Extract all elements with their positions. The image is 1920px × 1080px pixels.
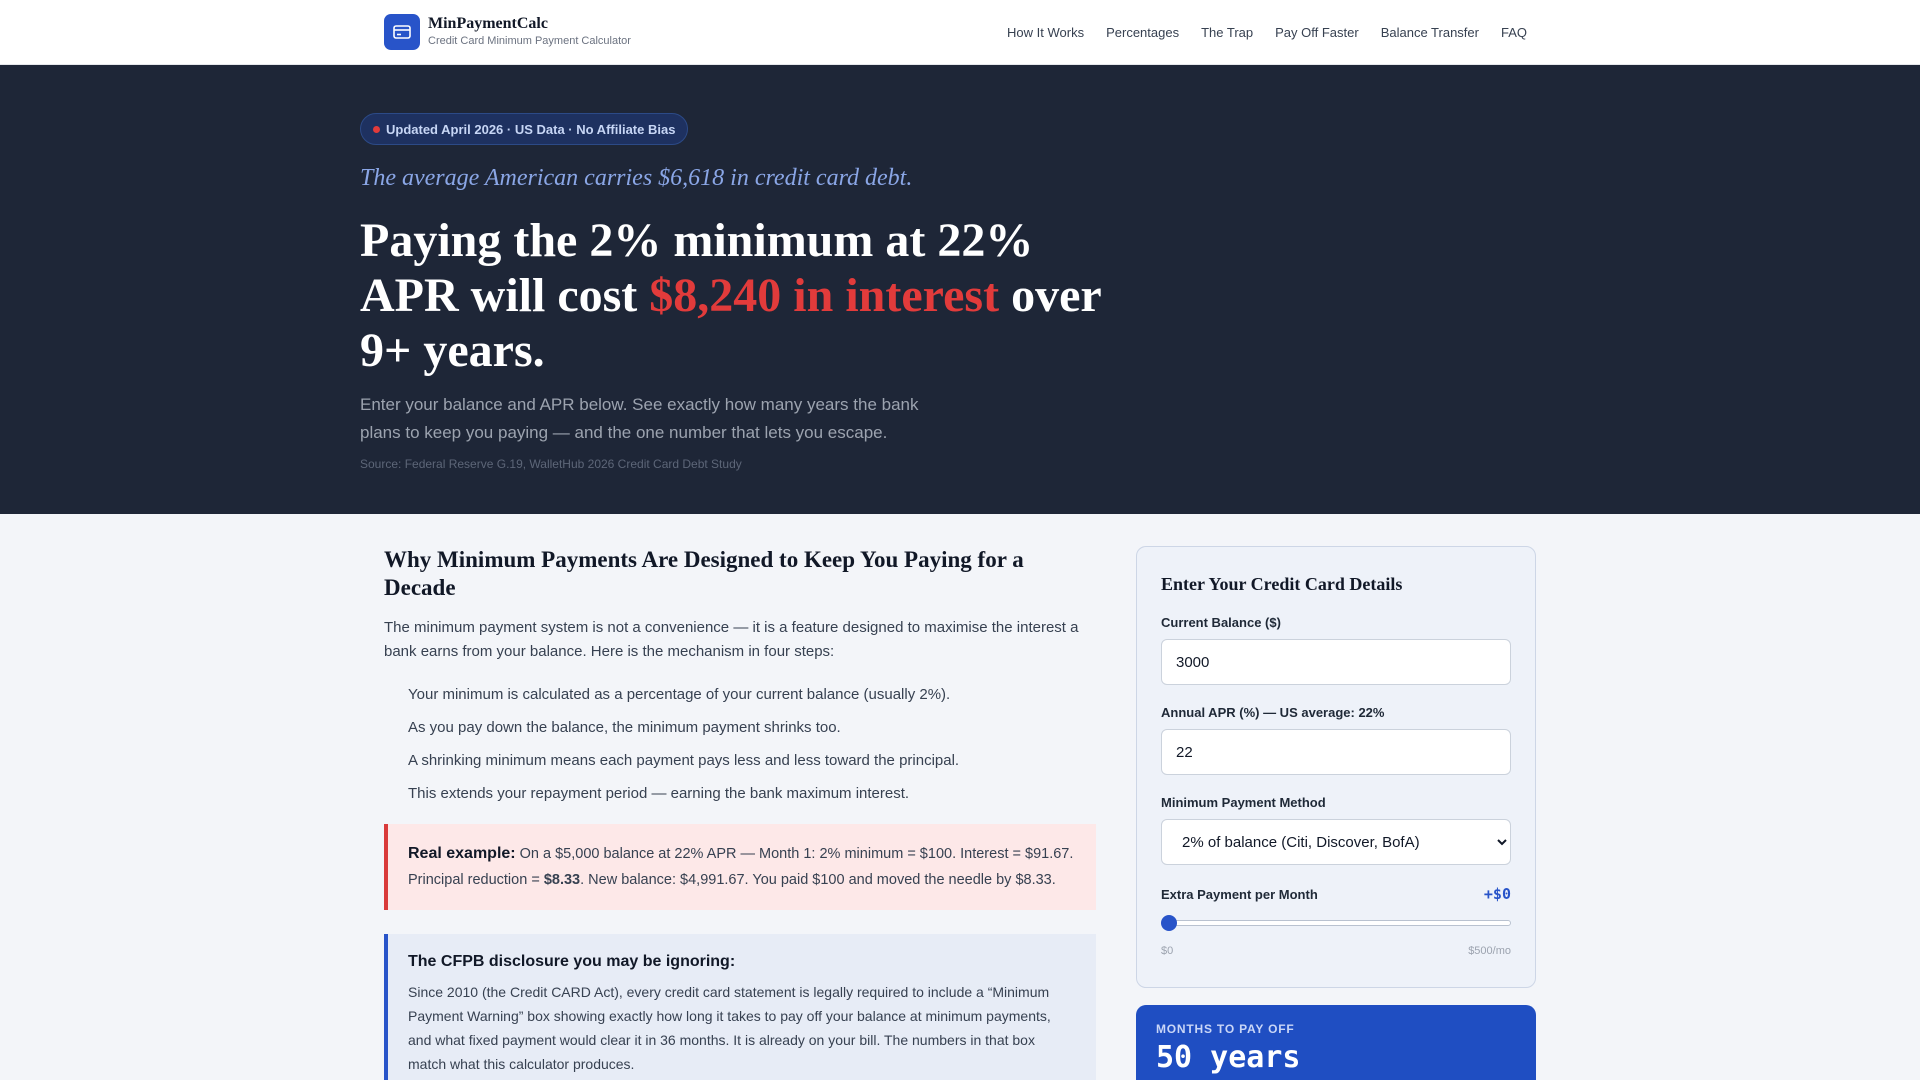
brand[interactable]: MinPaymentCalc Credit Card Minimum Payme…: [384, 14, 631, 50]
hero-tagline: The average American carries $6,618 in c…: [360, 165, 913, 191]
nav-faq[interactable]: FAQ: [1501, 25, 1527, 40]
calculator-title: Enter Your Credit Card Details: [1161, 574, 1403, 594]
balance-label: Current Balance ($): [1161, 615, 1281, 630]
extra-payment-row: Extra Payment per Month +$0: [1161, 885, 1511, 903]
method-select[interactable]: 2% of balance (Citi, Discover, BofA): [1161, 819, 1511, 865]
hero-title-highlight: $8,240 in interest: [649, 269, 1000, 322]
brand-name: MinPaymentCalc: [428, 15, 548, 32]
brand-subtitle: Credit Card Minimum Payment Calculator: [428, 35, 631, 47]
slider-track[interactable]: [1161, 920, 1511, 926]
example-text-2: . New balance: $4,991.67. You paid $100 …: [580, 872, 1056, 888]
steps-list: Your minimum is calculated as a percenta…: [384, 678, 1096, 810]
cfpb-heading: The CFPB disclosure you may be ignoring:: [408, 953, 736, 970]
status-dot-icon: [373, 125, 380, 133]
nav-balance-transfer[interactable]: Balance Transfer: [1381, 25, 1479, 40]
nav-percentages[interactable]: Percentages: [1106, 25, 1179, 40]
nav-the-trap[interactable]: The Trap: [1201, 25, 1253, 40]
slider-labels: $0 $500/mo: [1161, 945, 1511, 957]
apr-label: Annual APR (%) — US average: 22%: [1161, 705, 1385, 720]
slider-thumb[interactable]: [1161, 915, 1177, 931]
credit-card-icon: [384, 14, 420, 50]
method-label: Minimum Payment Method: [1161, 795, 1326, 810]
step-item: This extends your repayment period — ear…: [408, 785, 910, 802]
hero-description: Enter your balance and APR below. See ex…: [360, 395, 919, 442]
step-item: As you pay down the balance, the minimum…: [408, 719, 841, 736]
apr-field-group: Annual APR (%) — US average: 22%: [1161, 705, 1511, 775]
real-example-callout: Real example: On a $5,000 balance at 22%…: [384, 824, 1096, 910]
hero-title: Paying the 2% minimum at 22% APR will co…: [360, 213, 1130, 378]
hero: Updated April 2026 · US Data · No Affili…: [0, 65, 1920, 514]
extra-payment-value: +$0: [1483, 885, 1511, 903]
calculator-card: Enter Your Credit Card Details Current B…: [1136, 546, 1536, 988]
hero-source: Source: Federal Reserve G.19, WalletHub …: [360, 457, 742, 471]
result-card: MONTHS TO PAY OFF 50 years: [1136, 1005, 1536, 1080]
main-nav: How It Works Percentages The Trap Pay Of…: [1007, 0, 1527, 64]
extra-payment-slider[interactable]: [1161, 915, 1511, 931]
slider-max-label: $500/mo: [1468, 945, 1511, 957]
article: Why Minimum Payments Are Designed to Kee…: [384, 546, 1096, 1080]
cfpb-callout: The CFPB disclosure you may be ignoring:…: [384, 934, 1096, 1080]
cfpb-text: Since 2010 (the Credit CARD Act), every …: [408, 984, 1051, 1072]
nav-pay-off-faster[interactable]: Pay Off Faster: [1275, 25, 1359, 40]
step-item: A shrinking minimum means each payment p…: [408, 752, 960, 769]
balance-input[interactable]: [1161, 639, 1511, 685]
method-field-group: Minimum Payment Method 2% of balance (Ci…: [1161, 795, 1511, 865]
example-lead: Real example:: [408, 845, 516, 862]
apr-input[interactable]: [1161, 729, 1511, 775]
slider-min-label: $0: [1161, 945, 1174, 957]
article-intro: The minimum payment system is not a conv…: [384, 619, 1079, 660]
balance-field-group: Current Balance ($): [1161, 615, 1511, 685]
site-header: MinPaymentCalc Credit Card Minimum Payme…: [0, 0, 1920, 65]
badge-text: Updated April 2026 · US Data · No Affili…: [386, 121, 676, 137]
step-item: Your minimum is calculated as a percenta…: [408, 686, 951, 703]
update-badge: Updated April 2026 · US Data · No Affili…: [360, 113, 689, 145]
result-label: MONTHS TO PAY OFF: [1156, 1022, 1295, 1036]
article-heading: Why Minimum Payments Are Designed to Kee…: [384, 547, 1024, 600]
main-content: Why Minimum Payments Are Designed to Kee…: [0, 514, 1920, 1080]
result-value: 50 years: [1156, 1040, 1301, 1075]
nav-how-it-works[interactable]: How It Works: [1007, 25, 1084, 40]
extra-payment-label: Extra Payment per Month: [1161, 886, 1318, 902]
example-bold-amount: $8.33: [543, 872, 581, 888]
